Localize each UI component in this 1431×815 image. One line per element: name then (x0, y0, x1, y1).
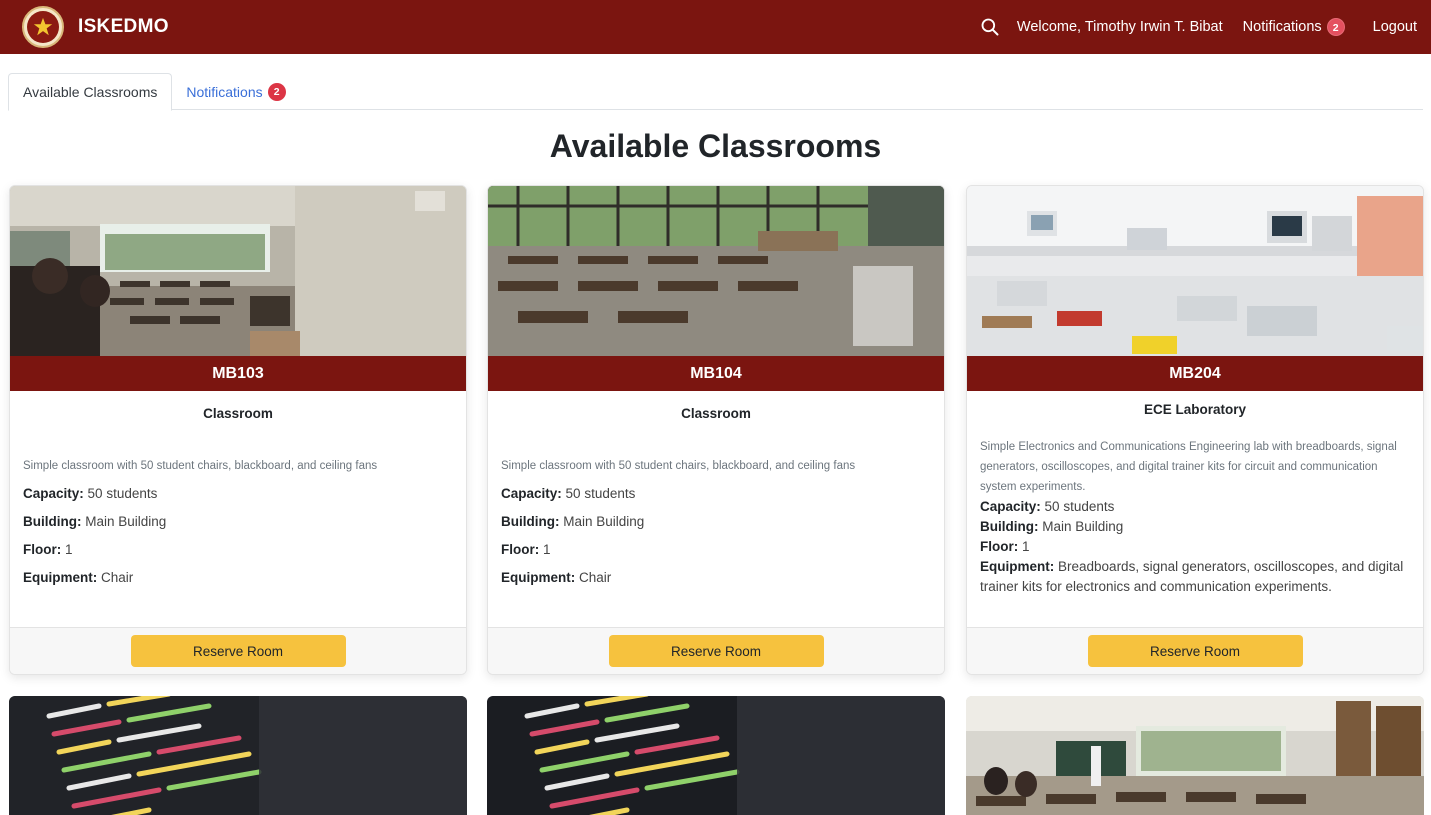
room-type: ECE Laboratory (1143, 402, 1247, 417)
card-footer: Reserve Room (10, 627, 466, 674)
room-card-mb103: MB103 Classroom Simple classroom with 50… (9, 185, 467, 675)
room-equipment: Equipment: Chair (501, 570, 612, 585)
room-capacity: Capacity: 50 students (23, 486, 158, 501)
room-photo (10, 186, 466, 356)
room-card-classroom-3 (966, 696, 1424, 815)
seal-logo-icon (22, 6, 64, 48)
room-card-mb104: MB104 Classroom Simple classroom with 50… (487, 185, 945, 675)
room-name: MB104 (488, 356, 944, 391)
room-equipment: Equipment: Chair (23, 570, 134, 585)
welcome-text: Welcome, Timothy Irwin T. Bibat (1016, 19, 1223, 35)
room-capacity: Capacity: 50 students (501, 486, 636, 501)
nav-notifications-badge: 2 (1326, 18, 1345, 36)
room-card-code-2 (487, 696, 945, 815)
room-building: Building: Main Building (501, 514, 645, 529)
room-type: Classroom (203, 406, 273, 421)
room-floor: Floor: 1 (23, 542, 73, 557)
room-description: Simple classroom with 50 student chairs,… (501, 460, 856, 472)
logout-link[interactable]: Logout (1373, 19, 1417, 35)
room-building: Building: Main Building (23, 514, 167, 529)
room-description: Simple Electronics and Communications En… (980, 441, 1397, 493)
room-name: MB103 (10, 356, 466, 391)
room-photo (9, 696, 467, 815)
reserve-room-button[interactable]: Reserve Room (608, 635, 824, 667)
tab-notifications-label: Notifications (186, 83, 263, 100)
room-description: Simple classroom with 50 student chairs,… (23, 460, 378, 472)
nav-notifications-label: Notifications (1242, 19, 1322, 35)
room-name: MB204 (967, 356, 1423, 391)
room-capacity: Capacity: 50 students (980, 499, 1115, 514)
room-photo (967, 186, 1423, 356)
room-card-mb204: MB204 ECE Laboratory Simple Electronics … (966, 185, 1424, 675)
room-photo (966, 696, 1424, 815)
page-title: Available Classrooms (549, 128, 882, 164)
tab-bar: Available Classrooms Notifications 2 (8, 73, 1423, 111)
reserve-room-button[interactable]: Reserve Room (130, 635, 346, 667)
top-navbar: ISKEDMO Welcome, Timothy Irwin T. Bibat … (0, 0, 1431, 54)
tab-notifications-badge: 2 (267, 82, 286, 101)
brand-name: ISKEDMO (78, 16, 169, 37)
nav-notifications-link[interactable]: Notifications 2 (1243, 18, 1345, 36)
search-icon[interactable] (979, 16, 1001, 38)
room-card-code-1 (9, 696, 467, 815)
brand[interactable]: ISKEDMO (22, 6, 169, 48)
room-equipment: Equipment: Breadboards, signal generator… (980, 559, 1404, 594)
tab-available-classrooms[interactable]: Available Classrooms (8, 73, 173, 111)
room-floor: Floor: 1 (980, 539, 1030, 554)
card-footer: Reserve Room (488, 627, 944, 674)
room-photo (487, 696, 945, 815)
room-photo (488, 186, 944, 356)
room-type: Classroom (681, 406, 751, 421)
tab-notifications[interactable]: Notifications 2 (172, 73, 299, 110)
room-floor: Floor: 1 (501, 542, 551, 557)
reserve-room-button[interactable]: Reserve Room (1087, 635, 1303, 667)
room-building: Building: Main Building (980, 519, 1124, 534)
card-footer: Reserve Room (967, 627, 1423, 674)
